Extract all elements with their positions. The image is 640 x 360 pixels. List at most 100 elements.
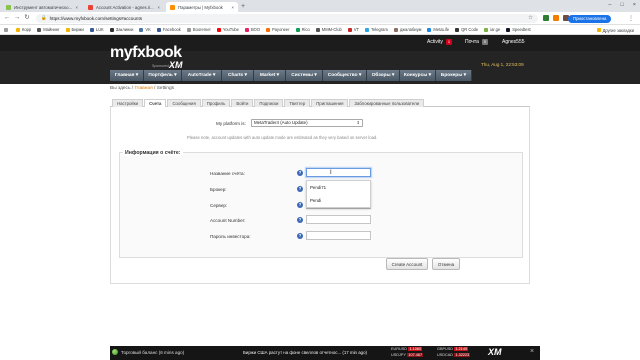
account-info-legend: Информация о счёте: — [123, 150, 183, 156]
ticker-label[interactable]: Торговый баланс (6 mins ago) — [121, 350, 184, 355]
cancel-button[interactable]: Отмена — [432, 258, 460, 270]
url-text: https://www.myfxbook.com/settings#accoun… — [49, 15, 143, 21]
ticker-xm-logo[interactable]: XM — [488, 347, 502, 357]
menu-home[interactable]: Главная ▾ — [110, 70, 144, 81]
bookmark-item[interactable]: Корр — [16, 27, 31, 32]
profile-button[interactable]: Приостановлена — [568, 14, 612, 23]
browser-tab-active[interactable]: Параметры | Myfxbook × — [166, 2, 238, 12]
help-icon[interactable]: ? — [297, 233, 303, 239]
bookmark-item[interactable]: Facebook — [156, 27, 181, 32]
help-icon[interactable]: ? — [297, 202, 303, 208]
bookmark-item[interactable]: LUK — [89, 27, 104, 32]
platform-note: Please note, account updates with auto u… — [187, 135, 378, 140]
activity-link[interactable]: Activity 1 — [427, 39, 453, 45]
other-bookmarks[interactable]: Другие закладки — [596, 28, 634, 33]
user-menu[interactable]: Agnes555 — [502, 39, 525, 45]
investor-password-label: Пароль инвестора: — [210, 234, 251, 239]
menu-systems[interactable]: Системы ▾ — [286, 70, 323, 81]
tab-profile[interactable]: Профиль — [201, 99, 231, 107]
bookmark-star-icon[interactable]: ☆ — [528, 15, 533, 21]
tab-subscriptions[interactable]: Подписки — [254, 99, 284, 107]
account-name-input[interactable] — [306, 168, 371, 177]
bookmark-item[interactable]: Майнинг — [37, 27, 60, 32]
server-datetime: Thu, Aug 1, 22:53:09 — [481, 62, 524, 67]
bookmark-item[interactable]: Rico — [295, 27, 310, 32]
browser-tab[interactable]: Account Activation - agnes.ri... × — [84, 2, 164, 12]
extension-icon[interactable] — [543, 15, 549, 21]
bookmark-item[interactable]: YouTube — [216, 27, 239, 32]
menu-charts[interactable]: Charts ▾ — [222, 70, 254, 81]
maximize-icon[interactable]: □ — [620, 2, 623, 8]
help-icon[interactable]: ? — [297, 186, 303, 192]
browser-menu-icon[interactable]: ⋮ — [628, 15, 634, 22]
bookmark-item[interactable]: Payoneer — [266, 27, 290, 32]
extension-icon[interactable] — [553, 15, 559, 21]
server-label: Сервер: — [210, 203, 228, 208]
extension-icons — [543, 15, 569, 21]
menu-contests[interactable]: Конкурсы ▾ — [400, 70, 436, 81]
bookmark-item[interactable]: VK — [139, 27, 151, 32]
tab-invitations[interactable]: Приглашения — [311, 99, 349, 107]
create-account-button[interactable]: Create Account — [386, 258, 428, 270]
tab-favicon-icon — [6, 4, 11, 10]
back-icon[interactable]: ← — [3, 14, 11, 22]
browser-tab[interactable]: Инструмент автоматическо... × — [2, 2, 82, 12]
window-controls: – □ × — [608, 2, 636, 8]
bookmark-item[interactable]: VT — [347, 27, 359, 32]
tab-twitter[interactable]: Твиттер — [284, 99, 311, 107]
tab-close-icon[interactable]: × — [75, 5, 78, 10]
bookmark-item[interactable]: Заклинки — [109, 27, 133, 32]
bookmark-item[interactable]: Биржи — [65, 27, 84, 32]
tab-label: Account Activation - agnes.ri... — [96, 4, 154, 10]
quote-usdcad[interactable]: USDCAD 1.32223 — [437, 353, 471, 359]
tab-messages[interactable]: Сообщения — [167, 99, 201, 107]
tab-settings[interactable]: Настройки — [112, 99, 144, 107]
new-tab-button[interactable]: + — [241, 2, 245, 11]
status-ball-icon — [112, 349, 118, 355]
breadcrumb-home-link[interactable]: Главная — [134, 86, 152, 91]
bookmark-item[interactable]: джалабиум — [393, 27, 421, 32]
menu-reviews[interactable]: Обзоры ▾ — [367, 70, 400, 81]
bookmark-item[interactable]: QR Code — [455, 27, 478, 32]
settings-tabs: Настройки Счета Сообщения Профиль Войти … — [110, 98, 530, 107]
activity-count-badge: 1 — [445, 39, 453, 45]
address-bar[interactable]: 🔒 https://www.myfxbook.com/settings#acco… — [36, 13, 538, 23]
menu-portfolio[interactable]: Портфель ▾ — [144, 70, 182, 81]
bookmark-item[interactable]: iar.ge — [484, 27, 500, 32]
menu-autotrade[interactable]: AutoTrade ▾ — [182, 70, 222, 81]
tab-close-icon[interactable]: × — [157, 5, 160, 10]
browser-toolbar: ← → ↻ 🔒 https://www.myfxbook.com/setting… — [0, 12, 640, 25]
autocomplete-option[interactable]: Pendi — [310, 198, 321, 203]
bookmark-item[interactable]: Speedtest — [506, 27, 531, 32]
tab-close-icon[interactable]: × — [231, 5, 234, 10]
bookmark-item[interactable]: Booremer — [186, 27, 211, 32]
bookmark-item[interactable]: Telegram — [365, 27, 388, 32]
menu-market[interactable]: Market ▾ — [254, 70, 286, 81]
bookmark-item[interactable]: MetaLife — [427, 27, 449, 32]
reload-icon[interactable]: ↻ — [23, 14, 31, 22]
minimize-icon[interactable]: – — [608, 2, 611, 8]
tab-blocked-users[interactable]: Заблокированные пользователи — [349, 99, 424, 107]
account-number-input[interactable] — [306, 215, 371, 224]
help-icon[interactable]: ? — [297, 170, 303, 176]
platform-select[interactable]: MetaTrader4 (Auto Update) ⇕ — [251, 118, 363, 127]
autocomplete-option[interactable]: Pendi71 — [310, 185, 326, 190]
forward-icon[interactable]: → — [13, 14, 21, 22]
bookmark-item[interactable]: BOO — [244, 27, 260, 32]
mail-link[interactable]: Почта 0 — [465, 39, 489, 45]
help-icon[interactable]: ? — [297, 217, 303, 223]
investor-password-input[interactable] — [306, 231, 371, 240]
bookmark-item[interactable]: MMM-Club — [315, 27, 342, 32]
myfxbook-favicon-icon — [170, 4, 175, 10]
mail-count-badge: 0 — [481, 39, 489, 45]
close-window-icon[interactable]: × — [633, 2, 636, 8]
ticker-close-icon[interactable]: × — [530, 348, 534, 355]
tab-accounts[interactable]: Счета — [144, 99, 167, 107]
ticker-news[interactable]: Биржи США растут на фоне свеллов отчетно… — [243, 350, 388, 355]
menu-brokers[interactable]: Брокеры ▾ — [436, 70, 472, 81]
menu-community[interactable]: Сообщество ▾ — [323, 70, 367, 81]
tab-login[interactable]: Войти — [231, 99, 254, 107]
quote-usdjpy[interactable]: USDJPY 107.467 — [391, 353, 424, 359]
apps-icon[interactable] — [4, 27, 10, 32]
xm-logo[interactable]: XM — [169, 60, 183, 70]
